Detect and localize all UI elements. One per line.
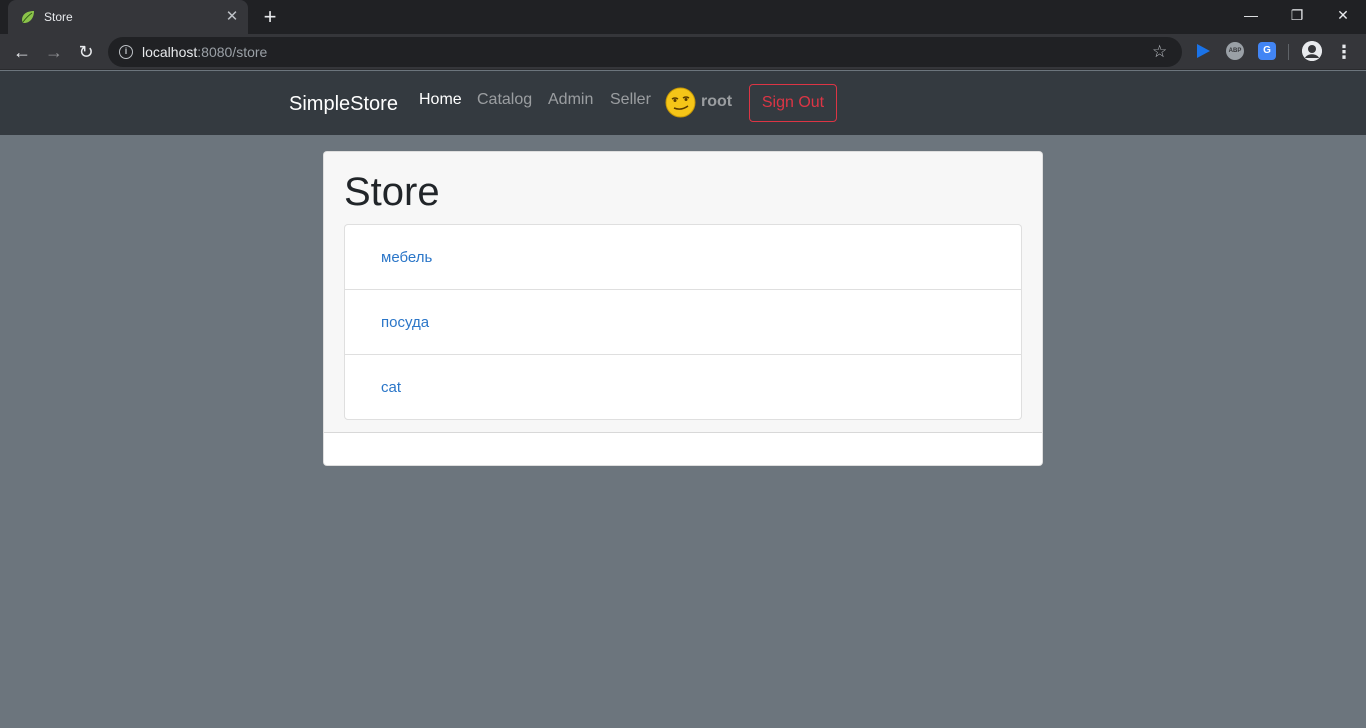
new-tab-button[interactable]: + xyxy=(258,6,282,28)
adblock-extension-icon[interactable]: ABP xyxy=(1226,42,1244,60)
browser-menu-icon[interactable]: ⋮ xyxy=(1334,40,1354,64)
window-close-icon[interactable]: ✕ xyxy=(1320,0,1366,32)
card-footer xyxy=(324,433,1042,465)
user-avatar-icon xyxy=(665,87,696,118)
category-link-dishes[interactable]: посуда xyxy=(381,313,429,333)
forward-arrow-icon[interactable]: → xyxy=(42,40,66,64)
address-url[interactable]: localhost:8080/store xyxy=(142,44,267,60)
category-list: мебель посуда cat xyxy=(344,224,1022,420)
nav-admin-link[interactable]: Admin xyxy=(548,90,593,110)
spring-leaf-icon xyxy=(22,11,34,23)
nav-home-link[interactable]: Home xyxy=(419,90,462,110)
back-arrow-icon[interactable]: ← xyxy=(10,40,34,64)
translate-extension-icon[interactable]: G xyxy=(1258,42,1276,60)
category-link-furniture[interactable]: мебель xyxy=(381,248,432,268)
address-bar[interactable]: i localhost:8080/store ☆ xyxy=(108,37,1182,67)
tab-title: Store xyxy=(44,10,73,24)
sign-out-button[interactable]: Sign Out xyxy=(749,84,837,122)
list-item: cat xyxy=(345,355,1021,420)
window-minimize-icon[interactable]: — xyxy=(1228,0,1274,32)
nav-catalog-link[interactable]: Catalog xyxy=(477,90,532,110)
username-label[interactable]: root xyxy=(701,92,732,112)
nav-seller-link[interactable]: Seller xyxy=(610,90,651,110)
site-info-icon[interactable]: i xyxy=(119,45,133,59)
site-navbar: SimpleStore Home Catalog Admin Seller ro… xyxy=(0,71,1366,135)
page-title: Store xyxy=(344,170,440,214)
list-item: мебель xyxy=(345,225,1021,290)
profile-avatar-icon[interactable] xyxy=(1302,41,1322,61)
toolbar-divider xyxy=(1288,44,1289,60)
browser-tab-store[interactable]: Store ✕ xyxy=(8,0,248,34)
store-card: Store мебель посуда cat xyxy=(323,151,1043,466)
browser-tabstrip: Store ✕ + — ❐ ✕ xyxy=(0,0,1366,34)
play-extension-icon[interactable] xyxy=(1194,42,1212,60)
window-restore-icon[interactable]: ❐ xyxy=(1274,0,1320,32)
category-link-cat[interactable]: cat xyxy=(381,378,401,398)
tab-close-icon[interactable]: ✕ xyxy=(224,9,240,25)
browser-toolbar: ← → ↻ i localhost:8080/store ☆ ABP G ⋮ xyxy=(0,34,1366,70)
card-header: Store мебель посуда cat xyxy=(324,152,1042,433)
reload-icon[interactable]: ↻ xyxy=(74,40,98,64)
bookmark-star-icon[interactable]: ☆ xyxy=(1152,41,1167,63)
list-item: посуда xyxy=(345,290,1021,355)
brand-link[interactable]: SimpleStore xyxy=(289,92,398,116)
